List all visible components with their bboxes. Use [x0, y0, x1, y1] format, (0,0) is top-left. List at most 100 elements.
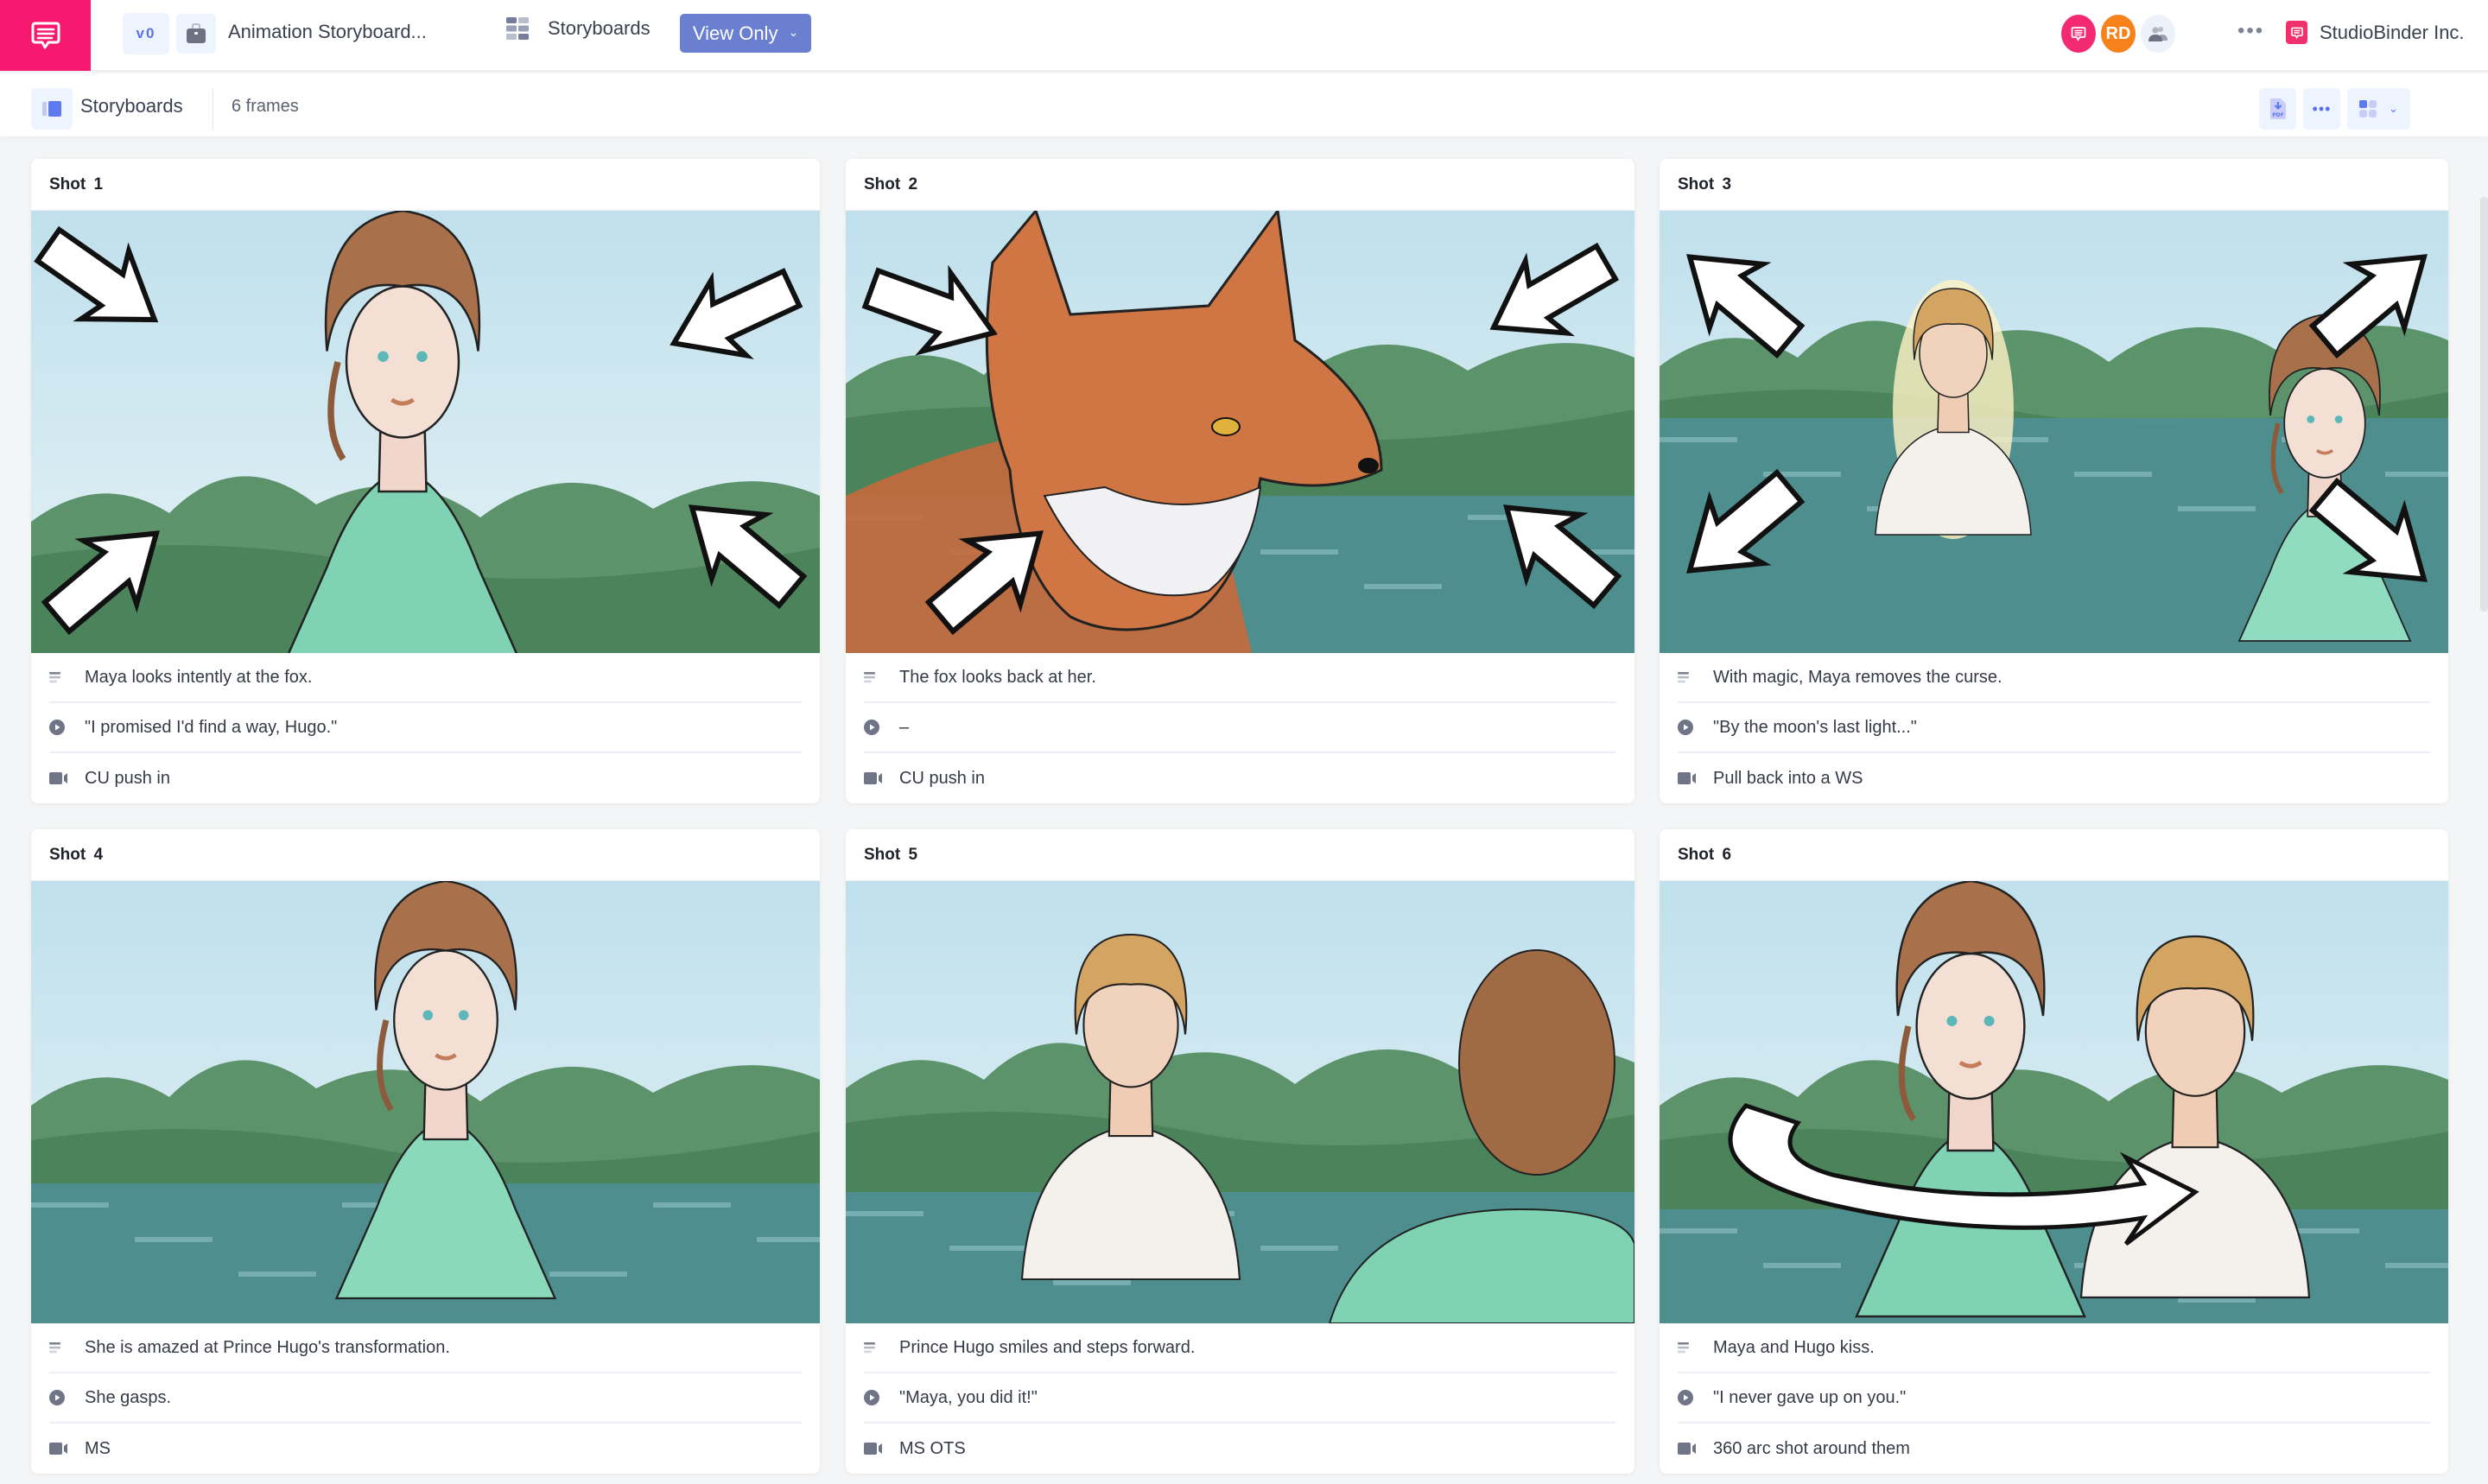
frame-details: The fox looks back at her. – CU push in: [846, 653, 1634, 803]
storyboard-frame-card[interactable]: Shot 5 Prince Hugo smiles and steps forw…: [846, 829, 1634, 1474]
frame-image[interactable]: [31, 881, 820, 1323]
avatar-team[interactable]: [2141, 15, 2175, 53]
people-icon: [2148, 27, 2167, 41]
dialogue-text: "By the moon's last light...": [1713, 717, 1917, 737]
frame-details: Maya and Hugo kiss. "I never gave up on …: [1660, 1323, 2448, 1474]
avatar-rd[interactable]: RD: [2101, 15, 2136, 53]
play-circle-icon: [1678, 1390, 1697, 1405]
camera-row[interactable]: 360 arc shot around them: [1678, 1424, 2430, 1474]
export-pdf-button[interactable]: PDF: [2259, 88, 2296, 130]
top-header: v0 Animation Storyboard... Storyboards V…: [0, 0, 2488, 72]
frame-image[interactable]: [846, 881, 1634, 1323]
storyboard-section-button[interactable]: [31, 88, 73, 130]
camera-text: MS: [85, 1438, 111, 1458]
video-camera-icon: [1678, 771, 1697, 785]
project-title[interactable]: Animation Storyboard...: [228, 21, 427, 43]
version-badge[interactable]: v0: [123, 13, 169, 54]
video-camera-icon: [864, 771, 883, 785]
dialogue-row[interactable]: "Maya, you did it!": [864, 1373, 1616, 1424]
grid-icon: [506, 17, 529, 40]
camera-row[interactable]: CU push in: [864, 753, 1616, 803]
shot-label: Shot 3: [1660, 159, 2448, 211]
view-only-dropdown[interactable]: View Only ⌄: [680, 14, 811, 53]
camera-text: CU push in: [85, 768, 170, 788]
storyboard-icon: [42, 101, 61, 117]
ellipsis-icon: •••: [2312, 99, 2332, 117]
camera-row[interactable]: MS OTS: [864, 1424, 1616, 1474]
dialogue-row[interactable]: –: [864, 703, 1616, 753]
view-only-label: View Only: [692, 22, 778, 44]
storyboard-frame-card[interactable]: Shot 6 Maya and Hugo kiss. "I never gave…: [1660, 829, 2448, 1474]
speech-bubble-logo-icon: [31, 22, 60, 49]
camera-row[interactable]: MS: [49, 1424, 802, 1474]
vertical-scrollbar[interactable]: [2480, 197, 2488, 612]
storyboard-frame-card[interactable]: Shot 1 Maya looks intently at the fox. "…: [31, 159, 820, 803]
dialogue-row[interactable]: "By the moon's last light...": [1678, 703, 2430, 753]
dialogue-text: –: [899, 717, 910, 737]
frame-image[interactable]: [846, 211, 1634, 653]
briefcase-icon: [187, 23, 206, 43]
dialogue-text: "Maya, you did it!": [899, 1387, 1038, 1407]
video-camera-icon: [49, 1442, 68, 1455]
avatar-studio[interactable]: [2061, 15, 2096, 53]
org-name: StudioBinder Inc.: [2320, 21, 2465, 43]
shot-label: Shot 2: [846, 159, 1634, 211]
chevron-down-icon: ⌄: [2389, 102, 2398, 115]
action-row[interactable]: Maya looks intently at the fox.: [49, 653, 802, 703]
nav-storyboards[interactable]: Storyboards: [506, 17, 651, 40]
action-text-icon: [864, 670, 883, 684]
action-text: The fox looks back at her.: [899, 667, 1096, 687]
frame-image[interactable]: [1660, 881, 2448, 1323]
action-text: She is amazed at Prince Hugo's transform…: [85, 1337, 450, 1357]
app-logo[interactable]: [0, 0, 91, 71]
project-type-button[interactable]: [176, 14, 216, 54]
storyboard-frame-card[interactable]: Shot 2 The fox looks back at her. – CU p…: [846, 159, 1634, 803]
svg-text:PDF: PDF: [2272, 112, 2283, 118]
action-text-icon: [1678, 1341, 1697, 1354]
video-camera-icon: [49, 771, 68, 785]
action-text: With magic, Maya removes the curse.: [1713, 667, 2002, 687]
frame-details: With magic, Maya removes the curse. "By …: [1660, 653, 2448, 803]
video-camera-icon: [864, 1442, 883, 1455]
shot-label: Shot 5: [846, 829, 1634, 881]
dialogue-row[interactable]: "I never gave up on you.": [1678, 1373, 2430, 1424]
action-text: Maya looks intently at the fox.: [85, 667, 313, 687]
frame-details: Prince Hugo smiles and steps forward. "M…: [846, 1323, 1634, 1474]
storyboard-toolbar: Storyboards 6 frames PDF ••• ⌄: [0, 73, 2488, 136]
storyboard-frame-card[interactable]: Shot 3 With magic, Maya removes the curs…: [1660, 159, 2448, 803]
storyboard-frame-card[interactable]: Shot 4 She is amazed at Prince Hugo's tr…: [31, 829, 820, 1474]
ellipsis-icon: •••: [2237, 19, 2265, 42]
pdf-download-icon: PDF: [2269, 98, 2286, 119]
camera-text: CU push in: [899, 768, 985, 788]
play-circle-icon: [864, 720, 883, 735]
section-title: Storyboards: [80, 95, 183, 117]
action-row[interactable]: Maya and Hugo kiss.: [1678, 1323, 2430, 1373]
view-layout-dropdown[interactable]: ⌄: [2347, 88, 2410, 130]
shot-label: Shot 4: [31, 829, 820, 881]
organization-switcher[interactable]: StudioBinder Inc.: [2286, 21, 2465, 44]
play-circle-icon: [49, 1390, 68, 1405]
frame-image[interactable]: [31, 211, 820, 653]
action-row[interactable]: She is amazed at Prince Hugo's transform…: [49, 1323, 802, 1373]
nav-storyboards-label: Storyboards: [548, 17, 651, 39]
action-text-icon: [864, 1341, 883, 1354]
action-text-icon: [1678, 670, 1697, 684]
action-text-icon: [49, 1341, 68, 1354]
dialogue-row[interactable]: She gasps.: [49, 1373, 802, 1424]
play-circle-icon: [864, 1390, 883, 1405]
org-logo-icon: [2286, 21, 2307, 44]
collaborator-avatars: RD: [2061, 15, 2175, 53]
camera-row[interactable]: CU push in: [49, 753, 802, 803]
action-row[interactable]: The fox looks back at her.: [864, 653, 1616, 703]
frame-image[interactable]: [1660, 211, 2448, 653]
header-more-button[interactable]: •••: [2237, 19, 2264, 43]
speech-bubble-icon: [2071, 27, 2086, 41]
chevron-down-icon: ⌄: [788, 25, 799, 39]
dialogue-row[interactable]: "I promised I'd find a way, Hugo.": [49, 703, 802, 753]
dialogue-text: "I never gave up on you.": [1713, 1387, 1907, 1407]
action-row[interactable]: Prince Hugo smiles and steps forward.: [864, 1323, 1616, 1373]
action-row[interactable]: With magic, Maya removes the curse.: [1678, 653, 2430, 703]
camera-row[interactable]: Pull back into a WS: [1678, 753, 2430, 803]
more-options-button[interactable]: •••: [2303, 88, 2340, 130]
shot-label: Shot 6: [1660, 829, 2448, 881]
